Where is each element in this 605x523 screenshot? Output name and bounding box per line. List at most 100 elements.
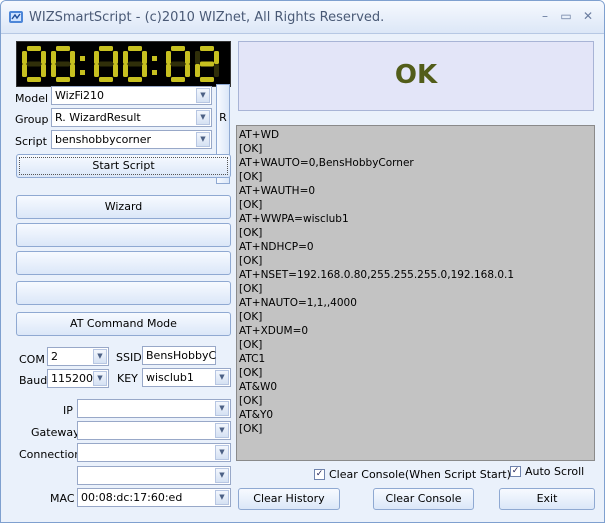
- clock-digit: [22, 46, 46, 82]
- script-label: Script: [15, 135, 47, 148]
- chevron-down-icon[interactable]: ▼: [215, 423, 229, 438]
- clear-console-checkbox[interactable]: ✓: [314, 469, 325, 480]
- clock-colon: [80, 70, 85, 75]
- console-line: AT+XDUM=0: [239, 325, 309, 337]
- clock-digit: [166, 46, 190, 82]
- chevron-down-icon[interactable]: ▼: [196, 110, 210, 125]
- console-line: [OK]: [239, 227, 263, 239]
- app-window: WIZSmartScript - (c)2010 WIZnet, All Rig…: [0, 0, 605, 523]
- blank-button-3[interactable]: [16, 281, 231, 305]
- clock-colon: [80, 56, 85, 61]
- clock-digit: [123, 46, 147, 82]
- ssid-field[interactable]: BensHobbyCo: [142, 346, 216, 365]
- status-text: OK: [394, 60, 438, 90]
- model-value: WizFi210: [55, 89, 105, 102]
- model-select[interactable]: WizFi210 ▼: [51, 86, 212, 105]
- console-line: [OK]: [239, 171, 263, 183]
- blank-button-1[interactable]: [16, 223, 231, 247]
- extra-select[interactable]: ▼: [77, 466, 231, 485]
- chevron-down-icon[interactable]: ▼: [215, 445, 229, 460]
- script-select[interactable]: benshobbycorner ▼: [51, 130, 212, 149]
- clear-history-button[interactable]: Clear History: [238, 488, 340, 510]
- group-label: Group: [15, 113, 49, 126]
- chevron-down-icon[interactable]: ▼: [215, 490, 229, 505]
- ssid-value: BensHobbyCo: [146, 349, 216, 362]
- close-button[interactable]: ✕: [579, 8, 597, 24]
- console-line: AT+WAUTH=0: [239, 185, 316, 197]
- script-value: benshobbycorner: [55, 133, 151, 146]
- baud-value: 115200: [51, 372, 93, 385]
- connection-label: Connection: [19, 448, 82, 461]
- mac-select[interactable]: 00:08:dc:17:60:ed ▼: [77, 488, 231, 507]
- auto-scroll-checkbox[interactable]: ✓: [510, 466, 521, 477]
- app-icon: [9, 11, 23, 23]
- console-line: AT+NSET=192.168.0.80,255.255.255.0,192.1…: [239, 269, 515, 281]
- at-command-mode-button[interactable]: AT Command Mode: [16, 312, 231, 336]
- console-line: [OK]: [239, 199, 263, 211]
- model-label: Model: [15, 92, 49, 105]
- elapsed-time-display: [16, 41, 231, 87]
- ip-select[interactable]: ▼: [77, 399, 231, 418]
- console-line: [OK]: [239, 339, 263, 351]
- clock-digit: [51, 46, 75, 82]
- chevron-down-icon[interactable]: ▼: [215, 468, 229, 483]
- chevron-down-icon[interactable]: ▼: [93, 349, 107, 364]
- console-line: AT+NAUTO=1,1,,4000: [239, 297, 357, 309]
- group-value: R. WizardResult: [55, 111, 141, 124]
- clear-console-button[interactable]: Clear Console: [373, 488, 474, 510]
- ip-label: IP: [63, 404, 73, 417]
- wizard-button[interactable]: Wizard: [16, 195, 231, 219]
- console-line: AT+WWPA=wisclub1: [239, 213, 349, 225]
- key-value: wisclub1: [146, 371, 194, 384]
- ssid-label: SSID: [116, 351, 142, 364]
- console-line: ATC1: [239, 353, 266, 365]
- console-line: [OK]: [239, 395, 263, 407]
- auto-scroll-label: Auto Scroll: [525, 465, 585, 478]
- console-line: AT+WD: [239, 129, 280, 141]
- clock-colon: [152, 56, 157, 61]
- r-button-label: R: [219, 111, 227, 124]
- console-line: [OK]: [239, 283, 263, 295]
- exit-button[interactable]: Exit: [499, 488, 595, 510]
- minimize-button[interactable]: –: [536, 8, 554, 24]
- console-line: AT+NDHCP=0: [239, 241, 314, 253]
- clock-digit: [94, 46, 118, 82]
- clock-colon: [152, 70, 157, 75]
- window-title: WIZSmartScript - (c)2010 WIZnet, All Rig…: [29, 10, 385, 25]
- mac-value: 00:08:dc:17:60:ed: [81, 491, 183, 504]
- chevron-down-icon[interactable]: ▼: [215, 370, 229, 385]
- chevron-down-icon[interactable]: ▼: [93, 371, 107, 386]
- connection-select[interactable]: ▼: [77, 443, 231, 462]
- console-line: [OK]: [239, 367, 263, 379]
- console-line: [OK]: [239, 255, 263, 267]
- baud-select[interactable]: 115200 ▼: [47, 369, 109, 388]
- seven-segment-clock: [22, 46, 219, 82]
- console-output[interactable]: AT+WD [OK] AT+WAUTO=0,BensHobbyCorner [OK] A…: [236, 125, 595, 461]
- console-line: AT&Y0: [239, 409, 274, 421]
- console-line: [OK]: [239, 143, 263, 155]
- title-bar[interactable]: WIZSmartScript - (c)2010 WIZnet, All Rig…: [1, 1, 604, 34]
- com-label: COM: [19, 353, 45, 366]
- mac-label: MAC: [50, 492, 75, 505]
- gateway-select[interactable]: ▼: [77, 421, 231, 440]
- console-line: [OK]: [239, 423, 263, 435]
- chevron-down-icon[interactable]: ▼: [196, 88, 210, 103]
- console-line: AT&W0: [239, 381, 278, 393]
- chevron-down-icon[interactable]: ▼: [196, 132, 210, 147]
- key-label: KEY: [117, 372, 138, 385]
- maximize-button[interactable]: ▭: [557, 8, 575, 24]
- main-panel: Model WizFi210 ▼ Group R. WizardResult ▼…: [6, 35, 599, 517]
- clear-console-option-label: Clear Console(When Script Start): [329, 468, 511, 481]
- baud-label: Baud: [19, 374, 48, 387]
- com-select[interactable]: 2 ▼: [47, 347, 109, 366]
- gateway-label: Gateway: [31, 426, 80, 439]
- blank-button-2[interactable]: [16, 251, 231, 275]
- clock-digit: [195, 46, 219, 82]
- console-line: AT+WAUTO=0,BensHobbyCorner: [239, 157, 414, 169]
- chevron-down-icon[interactable]: ▼: [215, 401, 229, 416]
- key-select[interactable]: wisclub1 ▼: [142, 368, 231, 387]
- start-script-button[interactable]: Start Script: [16, 154, 231, 178]
- group-select[interactable]: R. WizardResult ▼: [51, 108, 212, 127]
- com-value: 2: [51, 350, 58, 363]
- console-line: [OK]: [239, 311, 263, 323]
